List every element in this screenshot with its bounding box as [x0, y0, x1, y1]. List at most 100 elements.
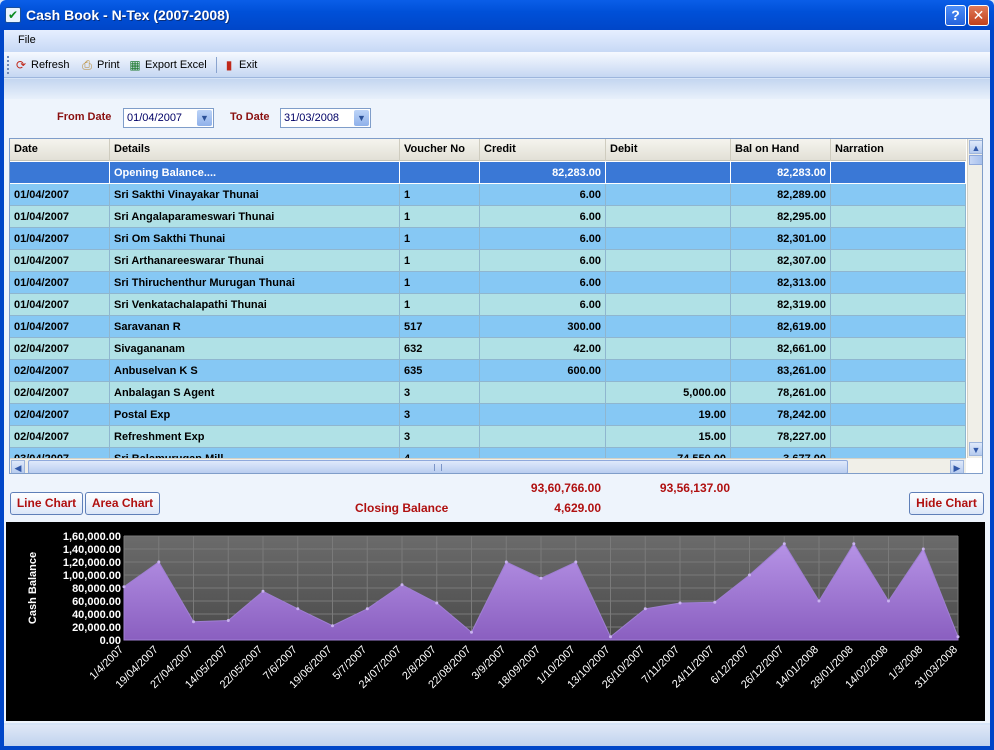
cell-date: 02/04/2007 — [10, 404, 110, 426]
table-row[interactable]: 02/04/2007 Anbalagan S Agent 3 5,000.00 78,2… — [10, 382, 966, 404]
cell-details: Sri Arthanareeswarar Thunai — [110, 250, 400, 272]
chevron-down-icon[interactable]: ▼ — [197, 110, 212, 126]
data-point — [643, 607, 647, 611]
to-date-picker[interactable]: 31/03/2008 ▼ — [280, 108, 371, 128]
table-row[interactable]: 01/04/2007 Sri Angalaparameswari Thunai 1 6… — [10, 206, 966, 228]
exit-label: Exit — [239, 59, 258, 71]
area-chart-button[interactable]: Area Chart — [85, 492, 160, 515]
cell-credit: 300.00 — [480, 316, 606, 338]
y-tick-label: 1,60,000.00 — [63, 531, 121, 543]
cell-debit — [606, 316, 731, 338]
cell-debit — [606, 272, 731, 294]
col-voucher[interactable]: Voucher No — [400, 139, 480, 161]
cell-details: Anbuselvan K S — [110, 360, 400, 382]
cell-details: Sri Om Sakthi Thunai — [110, 228, 400, 250]
cell-credit: 6.00 — [480, 250, 606, 272]
y-tick-label: 1,00,000.00 — [63, 570, 121, 582]
cell-date: 01/04/2007 — [10, 228, 110, 250]
cell-details: Sri Angalaparameswari Thunai — [110, 206, 400, 228]
to-date-label: To Date — [230, 111, 270, 123]
vertical-scrollbar[interactable]: ▲ ▼ — [967, 139, 982, 458]
table-row[interactable]: 02/04/2007 Postal Exp 3 19.00 78,242.00 — [10, 404, 966, 426]
table-row[interactable]: Opening Balance.... 82,283.00 82,283.00 — [10, 162, 966, 184]
scroll-down-icon[interactable]: ▼ — [969, 442, 982, 456]
scroll-thumb[interactable] — [969, 155, 982, 165]
closing-balance-label: Closing Balance — [355, 501, 449, 515]
cell-balance: 82,289.00 — [731, 184, 831, 206]
exit-button[interactable]: ▮ Exit — [222, 56, 258, 74]
table-row[interactable]: 01/04/2007 Sri Arthanareeswarar Thunai 1 6.… — [10, 250, 966, 272]
cell-credit: 600.00 — [480, 360, 606, 382]
y-tick-label: 1,40,000.00 — [63, 544, 121, 556]
scroll-right-icon[interactable]: ▶ — [950, 460, 964, 473]
table-row[interactable]: 02/04/2007 Sivagananam 632 42.00 82,661.00 — [10, 338, 966, 360]
cell-balance: 78,242.00 — [731, 404, 831, 426]
scroll-up-icon[interactable]: ▲ — [969, 140, 982, 154]
cell-narration — [831, 382, 966, 404]
menu-file[interactable]: File — [18, 34, 36, 46]
close-button[interactable]: ✕ — [968, 5, 989, 26]
cash-book-grid: Date Details Voucher No Credit Debit Bal… — [9, 138, 983, 474]
col-details[interactable]: Details — [110, 139, 400, 161]
cell-details: Sri Venkatachalapathi Thunai — [110, 294, 400, 316]
cell-voucher: 3 — [400, 404, 480, 426]
scroll-left-icon[interactable]: ◀ — [11, 460, 25, 473]
data-point — [470, 630, 473, 634]
refresh-label: Refresh — [31, 59, 70, 71]
cell-narration — [831, 228, 966, 250]
export-excel-button[interactable]: ▦ Export Excel — [128, 56, 206, 74]
cell-details: Anbalagan S Agent — [110, 382, 400, 404]
col-date[interactable]: Date — [10, 139, 110, 161]
toolbar-grip[interactable] — [7, 56, 10, 74]
cell-credit: 6.00 — [480, 294, 606, 316]
cell-balance: 78,227.00 — [731, 426, 831, 448]
chevron-down-icon[interactable]: ▼ — [354, 110, 369, 126]
thumb-grip — [434, 464, 442, 471]
data-point — [817, 599, 821, 603]
total-credit: 93,60,766.00 — [530, 481, 601, 495]
cell-narration — [831, 206, 966, 228]
cell-voucher: 1 — [400, 250, 480, 272]
table-row[interactable]: 01/04/2007 Sri Sakthi Vinayakar Thunai 1 6.… — [10, 184, 966, 206]
header-band — [4, 79, 990, 99]
excel-icon: ▦ — [129, 58, 141, 72]
col-narration[interactable]: Narration — [831, 139, 966, 161]
cell-date: 01/04/2007 — [10, 184, 110, 206]
hide-chart-button[interactable]: Hide Chart — [909, 492, 984, 515]
table-row[interactable]: 03/04/2007Sri Balamurugan Mill4 74,550.00… — [10, 448, 966, 458]
data-point — [226, 619, 230, 622]
print-icon: ⎙ — [82, 58, 92, 72]
cell-credit — [480, 426, 606, 448]
cell-balance: 3,677.00 — [731, 448, 831, 458]
table-row[interactable]: 01/04/2007 Sri Thiruchenthur Murugan Thun… — [10, 272, 966, 294]
data-point — [782, 542, 786, 546]
cell-credit — [480, 404, 606, 426]
from-date-picker[interactable]: 01/04/2007 ▼ — [123, 108, 214, 128]
table-row[interactable]: 01/04/2007 Sri Venkatachalapathi Thunai 1 6… — [10, 294, 966, 316]
line-chart-button[interactable]: Line Chart — [10, 492, 83, 515]
cell-details: Saravanan R — [110, 316, 400, 338]
y-tick-label: 20,000.00 — [72, 622, 121, 634]
table-row[interactable]: 01/04/2007 Sri Om Sakthi Thunai 1 6.00 82,30… — [10, 228, 966, 250]
col-balance[interactable]: Bal on Hand — [731, 139, 831, 161]
print-button[interactable]: ⎙ Print — [80, 56, 119, 74]
table-row[interactable]: 01/04/2007 Saravanan R 517 300.00 82,619.00 — [10, 316, 966, 338]
refresh-button[interactable]: ⟳ Refresh — [14, 56, 70, 74]
table-row[interactable]: 02/04/2007 Refreshment Exp 3 15.00 78,227.00 — [10, 426, 966, 448]
cell-debit — [606, 162, 731, 184]
cell-date: 01/04/2007 — [10, 316, 110, 338]
table-row[interactable]: 02/04/2007 Anbuselvan K S 635 600.00 83,261.… — [10, 360, 966, 382]
col-credit[interactable]: Credit — [480, 139, 606, 161]
horizontal-scrollbar[interactable]: ◀ ▶ — [10, 458, 966, 473]
y-axis-label: Cash Balance — [27, 552, 39, 624]
cell-voucher: 3 — [400, 382, 480, 404]
cell-narration — [831, 360, 966, 382]
col-debit[interactable]: Debit — [606, 139, 731, 161]
data-point — [435, 601, 439, 605]
help-button[interactable]: ? — [945, 5, 966, 26]
data-point — [122, 585, 126, 589]
hscroll-thumb[interactable] — [28, 460, 848, 473]
cell-credit: 42.00 — [480, 338, 606, 360]
cell-date: 02/04/2007 — [10, 426, 110, 448]
chart-svg: 0.0020,000.0040,000.0060,000.0080,000.00… — [27, 531, 960, 691]
